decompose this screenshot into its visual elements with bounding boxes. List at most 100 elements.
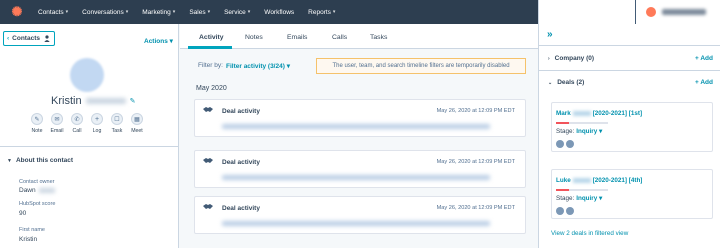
top-navigation: ✺ Contacts ▾ Conversations ▾ Marketing ▾ Sa… [0, 0, 720, 24]
deal-name-link[interactable]: Mark [2020-2021] [1st] [556, 110, 642, 117]
deal-card: Mark [2020-2021] [1st] Stage: Inquiry ▾ [551, 102, 713, 152]
back-to-contacts-label: Contacts [12, 35, 40, 42]
activity-title: Deal activity [222, 108, 260, 115]
hubspot-score-value: 90 [19, 210, 27, 217]
meet-button[interactable]: ▦ Meet [130, 113, 144, 134]
first-name-value[interactable]: Kristin [19, 236, 37, 243]
call-button[interactable]: ✆ Call [70, 113, 84, 134]
contact-owner-label: Contact owner [19, 179, 55, 185]
filter-notice: The user, team, and search timeline filt… [316, 58, 526, 74]
note-button-label: Note [31, 128, 43, 134]
nav-contacts[interactable]: Contacts ▾ [38, 9, 68, 16]
associations-sidebar: » › Company (0) + Add ⌄ Deals (2) + Add Ma… [538, 24, 720, 248]
deal-stage: Stage: Inquiry ▾ [556, 128, 602, 135]
activity-body-redacted [222, 175, 490, 180]
activity-body-redacted [222, 221, 490, 226]
nav-reports-label: Reports [308, 8, 331, 16]
back-to-contacts-button[interactable]: ‹ Contacts [3, 31, 55, 46]
activity-timestamp: May 26, 2020 at 12:09 PM EDT [436, 108, 515, 114]
search-icon[interactable] [550, 7, 560, 17]
deal-stage-label: Stage: [556, 128, 575, 135]
tab-notes[interactable]: Notes [245, 34, 263, 41]
meet-button-label: Meet [131, 128, 143, 134]
task-button[interactable]: ☐ Task [110, 113, 124, 134]
chevron-down-icon: ▾ [125, 9, 129, 15]
deal-stage-dropdown[interactable]: Inquiry ▾ [576, 195, 602, 202]
contact-sidebar: ‹ Contacts Actions ▾ Kristin ✎ ✎ Note ✉ Em… [0, 24, 179, 248]
deal-icon [203, 158, 213, 163]
meeting-icon: ▦ [131, 113, 143, 125]
nav-workflows[interactable]: Workflows [264, 9, 294, 16]
nav-sales[interactable]: Sales ▾ [189, 9, 210, 16]
notifications-icon[interactable] [613, 7, 623, 17]
hubspot-logo-icon[interactable]: ✺ [10, 5, 24, 19]
note-icon: ✎ [31, 113, 43, 125]
contact-owner-value[interactable]: Dawn [19, 187, 55, 194]
company-section-toggle[interactable]: › Company (0) [548, 55, 594, 62]
account-name-redacted[interactable] [662, 9, 706, 15]
marketplace-icon[interactable] [571, 7, 581, 17]
chevron-left-icon: ‹ [7, 35, 10, 42]
account-avatar[interactable] [646, 7, 656, 17]
about-section-title: About this contact [15, 157, 74, 164]
deal-card: Luke [2020-2021] [4th] Stage: Inquiry ▾ [551, 169, 713, 219]
activity-buttons: ✎ Note ✉ Email ✆ Call + Log ☐ Task ▦ Meet [30, 113, 144, 134]
company-section-title: Company (0) [554, 55, 595, 62]
chevron-right-icon: › [548, 56, 550, 62]
month-heading: May 2020 [196, 85, 227, 92]
tab-activity[interactable]: Activity [199, 34, 224, 41]
deal-stage: Stage: Inquiry ▾ [556, 195, 602, 202]
tab-calls[interactable]: Calls [332, 34, 347, 41]
nav-service-label: Service [224, 8, 246, 16]
add-company-button[interactable]: + Add [695, 55, 713, 62]
active-tab-indicator [188, 46, 232, 49]
settings-icon[interactable] [592, 7, 602, 17]
note-button[interactable]: ✎ Note [30, 113, 44, 134]
activity-card[interactable]: Deal activity May 26, 2020 at 12:09 PM E… [194, 150, 526, 188]
avatar [566, 207, 574, 215]
about-section-toggle[interactable]: ▼ About this contact [7, 157, 73, 164]
contact-last-name-redacted [85, 98, 126, 104]
chevron-down-icon: ⌄ [548, 80, 553, 86]
filter-by-label: Filter by: [198, 62, 223, 69]
call-button-label: Call [72, 128, 82, 134]
add-deal-button[interactable]: + Add [695, 79, 713, 86]
actions-dropdown[interactable]: Actions ▾ [144, 37, 173, 45]
hubspot-score-label: HubSpot score [19, 201, 56, 207]
deal-stage-label: Stage: [556, 195, 575, 202]
deal-icon [203, 204, 213, 209]
nav-marketing[interactable]: Marketing ▾ [142, 9, 175, 16]
timeline-tabs: Activity Notes Emails Calls Tasks [180, 24, 538, 49]
view-deals-link[interactable]: View 2 deals in filtered view [551, 230, 628, 237]
tab-tasks[interactable]: Tasks [370, 34, 387, 41]
email-button[interactable]: ✉ Email [50, 113, 64, 134]
activity-card[interactable]: Deal activity May 26, 2020 at 12:09 PM E… [194, 196, 526, 234]
nav-service[interactable]: Service ▾ [224, 9, 250, 16]
deal-stage-dropdown[interactable]: Inquiry ▾ [576, 128, 602, 135]
deals-section-toggle[interactable]: ⌄ Deals (2) [548, 79, 584, 86]
nav-conversations[interactable]: Conversations ▾ [82, 9, 128, 16]
person-icon [44, 35, 50, 42]
deal-name-link[interactable]: Luke [2020-2021] [4th] [556, 177, 642, 184]
tab-emails[interactable]: Emails [287, 34, 307, 41]
expand-sidebar-icon[interactable]: » [547, 29, 553, 40]
edit-name-icon[interactable]: ✎ [130, 97, 136, 105]
avatar [556, 140, 564, 148]
filter-activity-dropdown[interactable]: Filter activity (3/24) ▾ [226, 62, 290, 70]
section-divider [539, 70, 720, 71]
call-icon: ✆ [71, 113, 83, 125]
activity-timestamp: May 26, 2020 at 12:09 PM EDT [436, 205, 515, 211]
activity-title: Deal activity [222, 159, 260, 166]
deals-section-title: Deals (2) [557, 79, 585, 86]
nav-reports[interactable]: Reports ▾ [308, 9, 335, 16]
log-button-label: Log [92, 128, 102, 134]
deal-stage-progress [556, 122, 608, 124]
activity-title: Deal activity [222, 205, 260, 212]
section-divider [0, 146, 179, 147]
nav-contacts-label: Contacts [38, 8, 64, 16]
activity-body-redacted [222, 124, 490, 129]
task-button-label: Task [111, 128, 123, 134]
deal-icon [203, 107, 213, 112]
activity-card[interactable]: Deal activity May 26, 2020 at 12:09 PM E… [194, 99, 526, 137]
log-button[interactable]: + Log [90, 113, 104, 134]
